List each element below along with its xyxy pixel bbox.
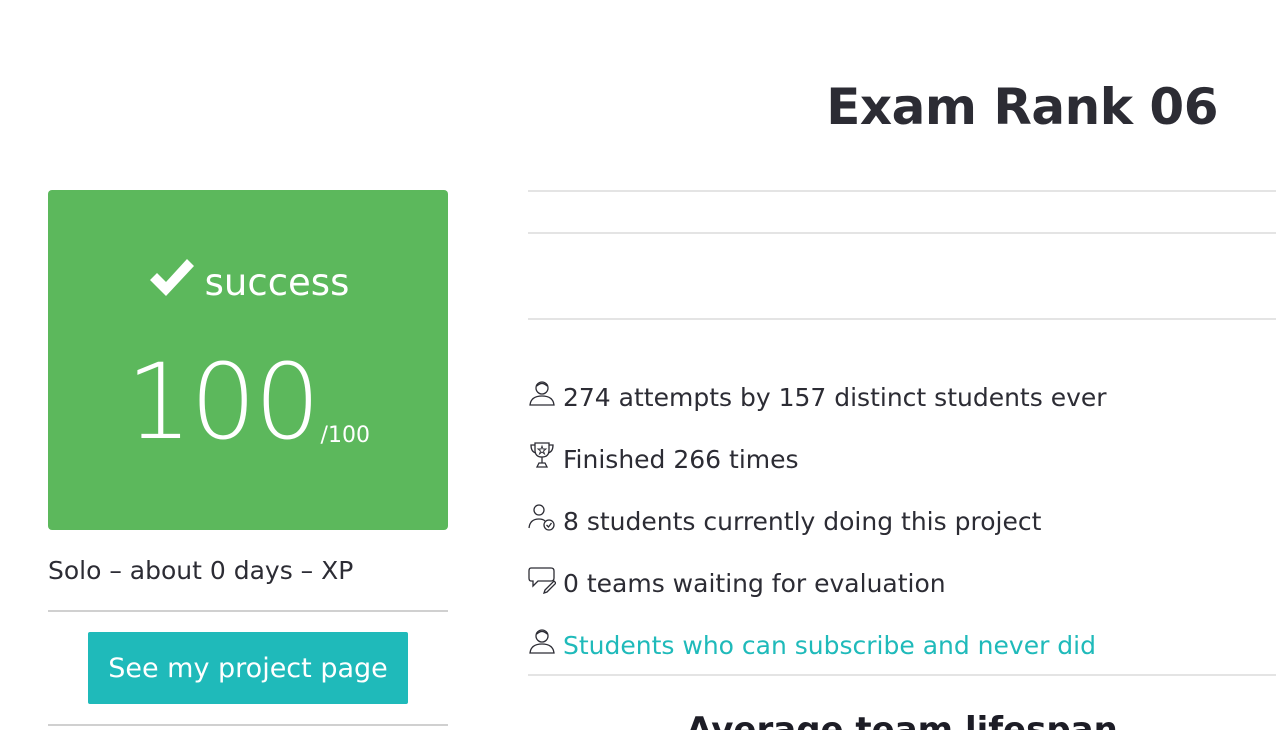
stat-waiting: 0 teams waiting for evaluation <box>528 552 1276 614</box>
project-meta: Solo – about 0 days – XP <box>48 556 354 585</box>
status-label: success <box>204 261 350 304</box>
stat-subscribe: Students who can subscribe and never did <box>528 614 1276 676</box>
score-row: 100 /100 <box>48 350 448 454</box>
stat-attempts: 274 attempts by 157 distinct students ev… <box>528 366 1276 428</box>
user-icon <box>529 629 555 654</box>
divider <box>48 724 448 726</box>
status-row: success <box>48 254 448 301</box>
score-card: success 100 /100 <box>48 190 448 530</box>
divider <box>48 610 448 612</box>
user-check-icon <box>528 504 555 531</box>
divider <box>528 190 1276 192</box>
stat-current-text: 8 students currently doing this project <box>563 506 1042 536</box>
stat-waiting-text: 0 teams waiting for evaluation <box>563 568 946 598</box>
stat-current: 8 students currently doing this project <box>528 490 1276 552</box>
score-value: 100 <box>126 341 321 463</box>
score-max: /100 <box>320 423 370 448</box>
checkmark-icon <box>149 258 194 296</box>
divider <box>528 674 1276 676</box>
section-heading: Average team lifespan <box>686 710 1118 730</box>
divider <box>528 232 1276 234</box>
see-project-page-button[interactable]: See my project page <box>88 632 408 704</box>
speech-bubble-pencil-icon <box>528 567 556 594</box>
page-title: Exam Rank 06 <box>826 78 1218 136</box>
divider <box>528 318 1276 320</box>
stat-attempts-text: 274 attempts by 157 distinct students ev… <box>563 382 1107 412</box>
trophy-icon <box>530 442 554 468</box>
user-icon <box>529 381 555 406</box>
students-never-subscribed-link[interactable]: Students who can subscribe and never did <box>563 631 1096 660</box>
project-stats: 274 attempts by 157 distinct students ev… <box>528 366 1276 676</box>
stat-finished: Finished 266 times <box>528 428 1276 490</box>
stat-finished-text: Finished 266 times <box>563 444 799 474</box>
project-page: Exam Rank 06 success 100 /100 Solo – abo… <box>0 0 1276 730</box>
